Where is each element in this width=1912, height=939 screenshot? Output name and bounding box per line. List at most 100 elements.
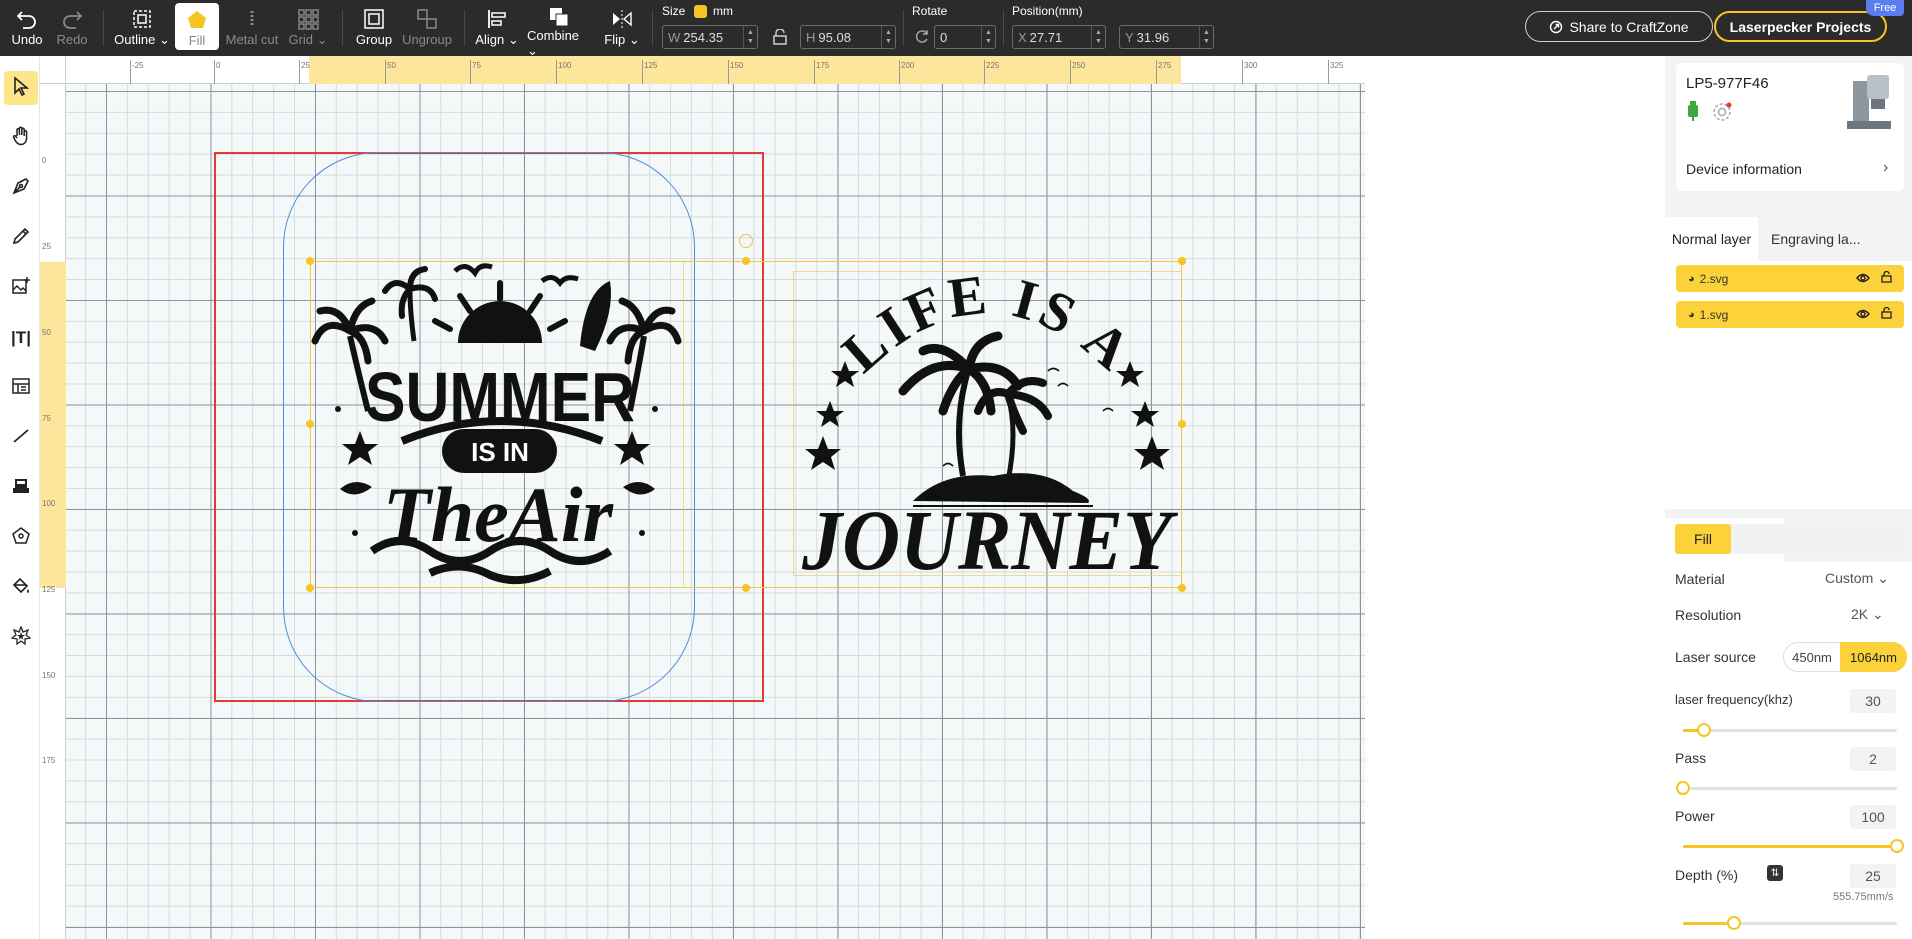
source-450nm[interactable]: 450nm xyxy=(1784,643,1840,671)
unit-toggle-icon[interactable] xyxy=(694,5,707,18)
ruler-tick xyxy=(556,60,557,84)
x-field[interactable]: X 27.71 ▲ ▼ xyxy=(1012,25,1106,49)
chevron-down-icon: ⌄ xyxy=(1873,570,1889,586)
ruler-tick-label: 325 xyxy=(1330,61,1344,70)
align-left-icon xyxy=(486,6,508,32)
device-info-label[interactable]: Device information xyxy=(1686,161,1802,177)
ruler-tick-label: 150 xyxy=(730,61,744,70)
effects-tool[interactable] xyxy=(4,621,38,655)
design-canvas[interactable]: -25 0 25 50 75 100 125 150 175 200 225 250 275 300 325… xyxy=(40,56,1365,939)
text-tool[interactable]: |T| xyxy=(4,321,38,355)
chevron-down-icon: ⌄ xyxy=(1868,606,1884,622)
flip-icon xyxy=(611,6,633,32)
pass-value[interactable]: 2 xyxy=(1850,747,1896,771)
width-stepper[interactable]: ▲ ▼ xyxy=(743,26,757,48)
depth-slider[interactable] xyxy=(1683,916,1897,930)
share-icon xyxy=(1549,20,1563,34)
layer-row[interactable]: ◕ 1.svg xyxy=(1676,301,1904,328)
ruler-tick-label: -25 xyxy=(132,61,144,70)
hand-tool[interactable] xyxy=(4,121,38,155)
y-stepper[interactable]: ▲ ▼ xyxy=(1199,26,1213,48)
ruler-corner xyxy=(40,56,66,84)
tab-normal-layer[interactable]: Normal layer xyxy=(1665,217,1758,261)
gear-icon[interactable] xyxy=(1711,101,1733,128)
depth-value[interactable]: 25 xyxy=(1850,864,1896,888)
ruler-tick xyxy=(385,60,386,84)
ruler-tick xyxy=(1070,60,1071,84)
rotate-stepper[interactable]: ▲ ▼ xyxy=(981,26,995,48)
select-tool[interactable] xyxy=(4,71,38,105)
eye-icon[interactable] xyxy=(1856,308,1870,322)
height-stepper[interactable]: ▲ ▼ xyxy=(881,26,895,48)
divider xyxy=(1003,10,1004,46)
barcode-tool[interactable] xyxy=(4,371,38,405)
line-tool[interactable] xyxy=(4,421,38,455)
fill-label: Fill xyxy=(188,33,206,48)
tab-engraving-layer[interactable]: Engraving la... xyxy=(1761,217,1912,261)
lock-icon[interactable] xyxy=(1881,306,1892,322)
chevron-down-icon: ⌄ xyxy=(313,32,328,47)
pass-label: Pass xyxy=(1675,750,1707,766)
polygon-tool[interactable] xyxy=(4,521,38,555)
journey-design[interactable]: LIFE IS A JOURNEY xyxy=(793,271,1182,576)
power-value[interactable]: 100 xyxy=(1850,805,1896,829)
pencil-tool[interactable] xyxy=(4,221,38,255)
y-field[interactable]: Y 31.96 ▲ ▼ xyxy=(1119,25,1214,49)
add-image-tool[interactable] xyxy=(4,271,38,305)
rotate-field[interactable]: 0 ▲ ▼ xyxy=(934,25,996,49)
resize-handle[interactable] xyxy=(742,584,750,592)
flip-button[interactable]: Flip ⌄ xyxy=(600,0,644,56)
left-toolbar: |T| xyxy=(0,56,40,939)
redo-button[interactable]: Redo xyxy=(52,0,92,56)
x-stepper[interactable]: ▲ ▼ xyxy=(1091,26,1105,48)
combine-button[interactable]: Combine ⌄ xyxy=(527,0,591,58)
resize-handle[interactable] xyxy=(742,257,750,265)
group-icon xyxy=(363,6,385,32)
align-button[interactable]: Align ⌄ xyxy=(474,0,520,56)
resolution-select[interactable]: 2K ⌄ xyxy=(1851,606,1884,623)
ruler-tick xyxy=(214,60,215,84)
source-1064nm[interactable]: 1064nm xyxy=(1840,642,1907,672)
eye-icon[interactable] xyxy=(1856,272,1870,286)
ruler-tick xyxy=(1156,60,1157,84)
ungroup-button[interactable]: Ungroup xyxy=(400,0,454,56)
slider-knob[interactable] xyxy=(1676,781,1690,795)
fill-button[interactable]: Fill xyxy=(175,3,219,50)
ruler-tick-label: 25 xyxy=(42,242,51,251)
depth-toggle-icon[interactable]: ⇅ xyxy=(1767,865,1783,881)
rotate-handle[interactable] xyxy=(739,234,753,248)
layer-row[interactable]: ◕ 2.svg xyxy=(1676,265,1904,292)
undo-icon xyxy=(16,6,38,32)
width-field[interactable]: W 254.35 ▲ ▼ xyxy=(662,25,758,49)
lock-ratio-icon[interactable] xyxy=(772,28,788,50)
frequency-slider[interactable] xyxy=(1683,723,1897,737)
slider-knob[interactable] xyxy=(1890,839,1904,853)
chevron-right-icon[interactable]: › xyxy=(1883,159,1888,177)
resize-handle[interactable] xyxy=(1178,584,1186,592)
rotate-label: Rotate xyxy=(912,4,948,18)
shape-tool[interactable] xyxy=(4,471,38,505)
power-slider[interactable] xyxy=(1683,839,1904,853)
pen-tool[interactable] xyxy=(4,171,38,205)
x-prefix: X xyxy=(1018,29,1027,45)
device-card: LP5-977F46 Device information › xyxy=(1676,63,1904,191)
frequency-value[interactable]: 30 xyxy=(1850,689,1896,713)
height-field[interactable]: H 95.08 ▲ ▼ xyxy=(800,25,896,49)
undo-button[interactable]: Undo xyxy=(6,0,48,56)
metal-cut-button[interactable]: Metal cut xyxy=(224,0,280,56)
summer-design[interactable]: SUMMER IS IN TheAir xyxy=(310,261,684,588)
pass-slider[interactable] xyxy=(1676,781,1897,795)
lock-icon[interactable] xyxy=(1881,270,1892,286)
material-select[interactable]: Custom ⌄ xyxy=(1825,570,1889,587)
laserpecker-projects-button[interactable]: Laserpecker Projects xyxy=(1714,11,1887,42)
paint-bucket-tool[interactable] xyxy=(4,571,38,605)
mode-fill-button[interactable]: Fill xyxy=(1675,524,1731,554)
resize-handle[interactable] xyxy=(1178,257,1186,265)
share-craftzone-button[interactable]: Share to CraftZone xyxy=(1525,11,1713,42)
redo-icon xyxy=(61,6,83,32)
grid-button[interactable]: Grid ⌄ xyxy=(284,0,332,56)
group-button[interactable]: Group xyxy=(351,0,397,56)
outline-button[interactable]: Outline ⌄ xyxy=(114,0,170,56)
outline-icon xyxy=(131,6,153,32)
metal-cut-label: Metal cut xyxy=(225,32,279,47)
